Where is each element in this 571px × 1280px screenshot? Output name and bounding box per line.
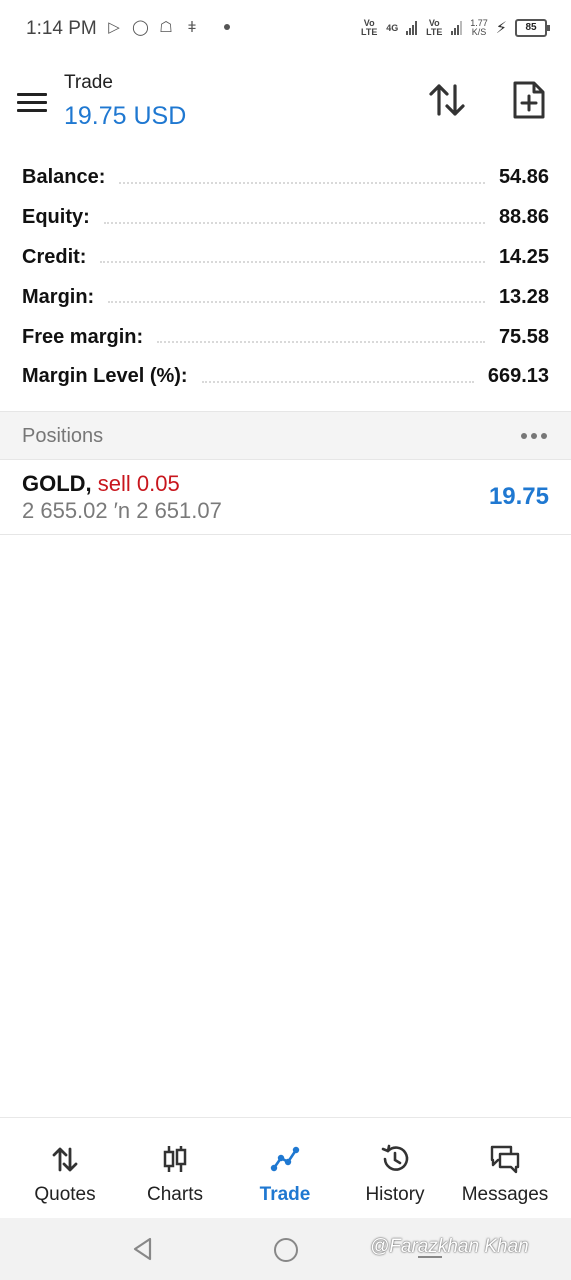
home-icon[interactable]	[274, 1238, 298, 1262]
nav-trade[interactable]: Trade	[230, 1118, 340, 1218]
screen-cast-icon: ▷	[108, 19, 120, 36]
position-profit: 19.75	[488, 483, 549, 510]
sort-icon[interactable]	[427, 80, 467, 120]
dotted-leader	[103, 221, 485, 224]
header: Trade 19.75 USD	[0, 58, 571, 148]
nav-label: Quotes	[34, 1184, 96, 1205]
nav-label: Trade	[259, 1184, 311, 1205]
account-value: 669.13	[487, 365, 549, 388]
signal-strength-icon-2	[451, 21, 463, 35]
account-label: Credit:	[22, 245, 87, 268]
header-balance: 19.75 USD	[64, 102, 187, 130]
account-label: Balance:	[22, 166, 106, 189]
nav-label: Messages	[461, 1184, 549, 1205]
position-title: GOLD, sell 0.05	[22, 471, 180, 497]
account-value: 54.86	[498, 166, 549, 189]
charging-icon: ⚡	[495, 20, 507, 37]
bottom-navigation: Quotes Charts Trade History Messages	[0, 1117, 571, 1218]
snapchat-icon: ☖	[159, 19, 173, 36]
status-time: 1:14 PM	[26, 18, 97, 39]
account-label: Margin Level (%):	[22, 365, 188, 388]
battery-level: 85	[515, 19, 550, 37]
trade-icon	[270, 1146, 300, 1172]
speed-unit: K/S	[471, 27, 487, 37]
nav-label: History	[365, 1184, 425, 1205]
account-value: 13.28	[498, 285, 549, 308]
account-label: Free margin:	[22, 325, 144, 348]
nav-messages[interactable]: Messages	[450, 1118, 560, 1218]
account-row-margin: Margin: 13.28	[0, 277, 571, 317]
quotes-icon	[52, 1147, 78, 1172]
account-row-equity: Equity: 88.86	[0, 198, 571, 238]
position-row[interactable]: GOLD, sell 0.05 2 655.02 ′n 2 651.07 19.…	[0, 459, 571, 535]
page-title: Trade	[64, 72, 113, 93]
account-row-balance: Balance: 54.86	[0, 158, 571, 198]
nav-charts[interactable]: Charts	[120, 1118, 230, 1218]
dotted-leader	[100, 261, 485, 264]
network-speed: 1.77 K/S	[470, 19, 488, 37]
history-icon	[381, 1144, 409, 1171]
positions-section-header: Positions	[0, 411, 571, 460]
account-row-credit: Credit: 14.25	[0, 238, 571, 278]
watermark: @Farazkhan Khan	[370, 1236, 529, 1257]
signal-strength-icon	[406, 21, 418, 35]
nav-label: Charts	[147, 1184, 203, 1205]
messages-icon	[490, 1145, 520, 1174]
status-left-icons: ▷ ◯ ☖ ǂ	[106, 18, 230, 36]
system-navigation-bar: @Farazkhan Khan	[0, 1218, 571, 1280]
more-notifications-dot	[224, 24, 230, 30]
new-order-icon[interactable]	[512, 80, 546, 120]
nav-history[interactable]: History	[340, 1118, 450, 1218]
charts-icon	[163, 1146, 187, 1172]
account-value: 88.86	[498, 206, 549, 229]
account-row-free-margin: Free margin: 75.58	[0, 317, 571, 357]
whatsapp-icon: ◯	[132, 19, 149, 36]
account-label: Margin:	[22, 285, 95, 308]
dotted-leader	[201, 380, 474, 383]
dotted-leader	[119, 181, 485, 184]
status-bar: 1:14 PM ▷ ◯ ☖ ǂ Vo LTE 4G Vo LTE 1.77 K/S…	[0, 0, 571, 58]
notification-icon: ǂ	[187, 18, 197, 36]
account-row-margin-level: Margin Level (%): 669.13	[0, 357, 571, 397]
position-prices: 2 655.02 ′n 2 651.07	[22, 498, 222, 523]
volte-indicator-2: Vo LTE	[426, 18, 443, 37]
back-icon[interactable]	[131, 1236, 153, 1262]
dotted-leader	[157, 341, 485, 344]
dotted-leader	[108, 301, 485, 304]
volte-indicator-1: Vo LTE	[361, 18, 378, 37]
status-right: Vo LTE 4G Vo LTE 1.77 K/S ⚡ 85	[360, 18, 550, 38]
account-value: 14.25	[498, 245, 549, 268]
position-side: sell 0.05	[97, 471, 180, 496]
account-label: Equity:	[22, 206, 90, 229]
menu-icon[interactable]	[17, 93, 47, 113]
position-symbol: GOLD,	[22, 471, 92, 496]
more-options-icon[interactable]	[521, 433, 547, 439]
account-summary: Balance: 54.86 Equity: 88.86 Credit: 14.…	[0, 158, 571, 397]
nav-quotes[interactable]: Quotes	[10, 1118, 120, 1218]
network-4g-indicator: 4G	[386, 22, 399, 33]
account-value: 75.58	[498, 325, 549, 348]
positions-title: Positions	[22, 425, 104, 447]
